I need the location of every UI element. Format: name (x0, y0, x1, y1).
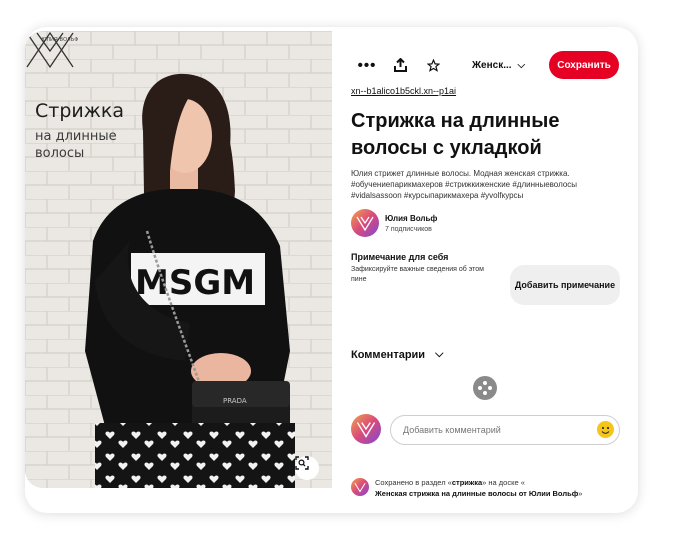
emoji-button[interactable] (597, 421, 614, 438)
pin-details: ••• Женск... ⌵ Сохранить xn--b1alico1b5c… (332, 27, 638, 513)
share-button[interactable] (388, 51, 412, 79)
board-selector[interactable]: Женск... ⌵ (472, 51, 542, 79)
comments-toggle[interactable]: Комментарии ⌵ (351, 348, 443, 361)
star-icon (426, 58, 440, 72)
chevron-down-icon: ⌵ (517, 59, 526, 71)
note-title: Примечание для себя (351, 252, 449, 262)
saved-suffix: » (578, 489, 583, 498)
comment-input[interactable]: Добавить комментарий (390, 415, 620, 445)
comment-placeholder: Добавить комментарий (403, 425, 501, 435)
brand-logo-icon (26, 31, 74, 69)
sweater-print: MSGM (135, 263, 255, 303)
pin-description: Юлия стрижет длинные волосы. Модная женс… (351, 169, 578, 200)
lens-icon (295, 456, 309, 470)
pin-title: Стрижка на длинные волосы с укладкой (351, 110, 560, 159)
share-icon (393, 58, 407, 72)
pin-card: MSGM PRADA ЮЛИЯ ВОЛЬФ Стрижка на длинные… (25, 27, 638, 513)
chevron-down-icon: ⌵ (435, 348, 444, 360)
favorite-button[interactable] (422, 51, 444, 79)
source-link[interactable]: xn--b1alico1b5ckl.xn--p1ai (351, 86, 456, 96)
add-note-button[interactable]: Добавить примечание (510, 265, 620, 305)
save-button[interactable]: Сохранить (549, 51, 619, 79)
emoji-icon (601, 426, 610, 434)
comments-title: Комментарии (351, 348, 426, 361)
user-avatar (351, 414, 381, 444)
saved-by-avatar (351, 478, 369, 496)
avatar-logo-icon (351, 478, 369, 496)
pin-image[interactable]: MSGM PRADA ЮЛИЯ ВОЛЬФ Стрижка на длинные… (25, 31, 332, 488)
more-options-button[interactable]: ••• (356, 51, 378, 79)
author-avatar[interactable] (351, 209, 379, 237)
note-subtitle: Зафиксируйте важные сведения об этом пин… (351, 266, 484, 283)
saved-board-link[interactable]: Женская стрижка на длинные волосы от Юли… (375, 489, 578, 498)
saved-middle: » на доске « (482, 478, 525, 487)
loading-spinner-icon (473, 376, 497, 400)
author-followers: 7 подписчиков (385, 226, 432, 233)
visual-search-button[interactable] (295, 456, 319, 480)
bag-logo: PRADA (223, 397, 247, 405)
saved-prefix: Сохранено в раздел « (375, 478, 452, 487)
more-horizontal-icon: ••• (357, 56, 377, 74)
image-subtitle: на длинные волосы (35, 129, 117, 161)
saved-section-link[interactable]: стрижка (452, 478, 482, 487)
avatar-logo-icon (351, 209, 379, 237)
saved-to-info: Сохранено в раздел «стрижка» на доске « Ж… (375, 477, 625, 499)
board-selector-label: Женск... (472, 59, 512, 71)
author-name[interactable]: Юлия Вольф (385, 214, 437, 223)
avatar-logo-icon (351, 414, 381, 444)
image-title: Стрижка (35, 100, 124, 122)
